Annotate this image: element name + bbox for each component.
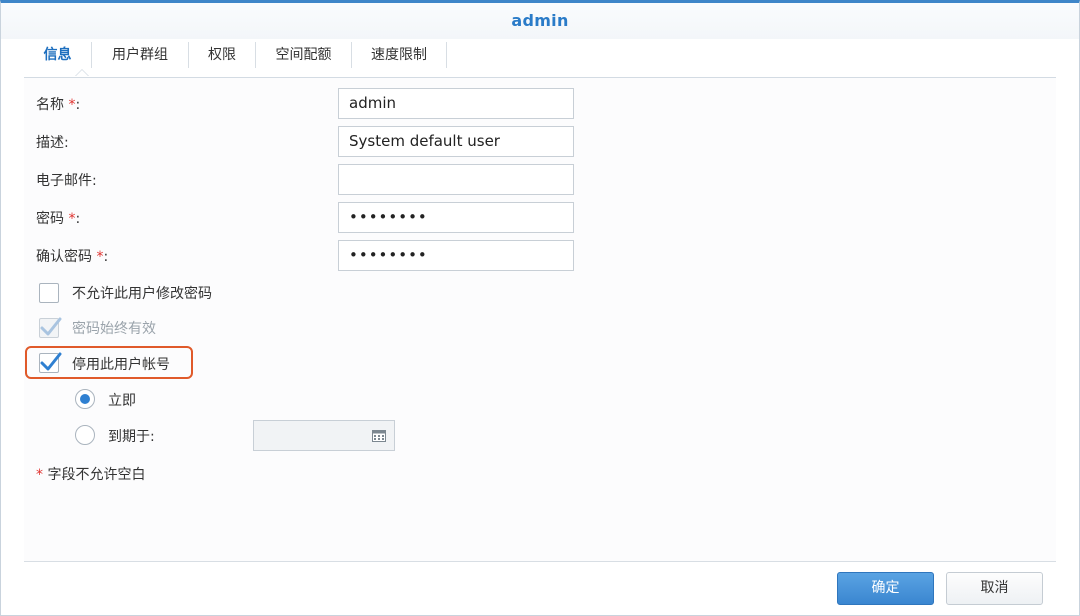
expiry-date-field[interactable] [253,420,395,451]
tab-speed-limit[interactable]: 速度限制 [352,38,446,76]
footer-divider [24,561,1056,562]
disable-immediately-radio[interactable] [75,389,95,409]
name-label: 名称 *: [36,97,81,113]
tab-quota[interactable]: 空间配额 [256,38,351,76]
tab-permissions[interactable]: 权限 [189,38,255,76]
password-never-expires-label: 密码始终有效 [72,321,156,337]
confirm-password-label: 确认密码 *: [36,249,109,265]
tab-divider [446,42,447,68]
dialog-title: admin [511,11,569,30]
active-tab-indicator [75,69,89,76]
tab-bar: 信息 用户群组 权限 空间配额 速度限制 [24,38,1056,78]
disallow-change-password-checkbox[interactable] [39,283,59,303]
checkmark-icon [40,352,62,371]
disable-immediately-label[interactable]: 立即 [108,390,136,410]
confirm-password-field[interactable]: •••••••• [338,240,574,271]
required-mark: * [36,467,43,483]
required-note-text: 字段不允许空白 [47,467,146,483]
password-never-expires-checkbox[interactable] [39,317,62,338]
title-bar: admin [1,3,1079,39]
ok-button[interactable]: 确定 [837,572,934,605]
calendar-icon[interactable] [372,430,386,442]
required-fields-note: * 字段不允许空白 [36,464,145,484]
disable-account-checkbox[interactable] [39,352,62,373]
disable-on-date-label[interactable]: 到期于: [108,426,155,446]
tab-user-groups[interactable]: 用户群组 [92,38,188,76]
name-field[interactable]: admin [338,88,574,119]
checkmark-icon [40,317,62,336]
description-label: 描述: [36,135,69,151]
disable-account-label[interactable]: 停用此用户帐号 [72,354,170,374]
password-field[interactable]: •••••••• [338,202,574,233]
password-label: 密码 *: [36,211,81,227]
disable-on-date-radio[interactable] [75,425,95,445]
disallow-change-password-label[interactable]: 不允许此用户修改密码 [72,283,212,303]
email-field[interactable] [338,164,574,195]
email-label: 电子邮件: [36,173,97,189]
description-field[interactable]: System default user [338,126,574,157]
info-panel: 名称 *: admin 描述: System default user 电子邮件… [24,78,1056,561]
cancel-button[interactable]: 取消 [946,572,1043,605]
